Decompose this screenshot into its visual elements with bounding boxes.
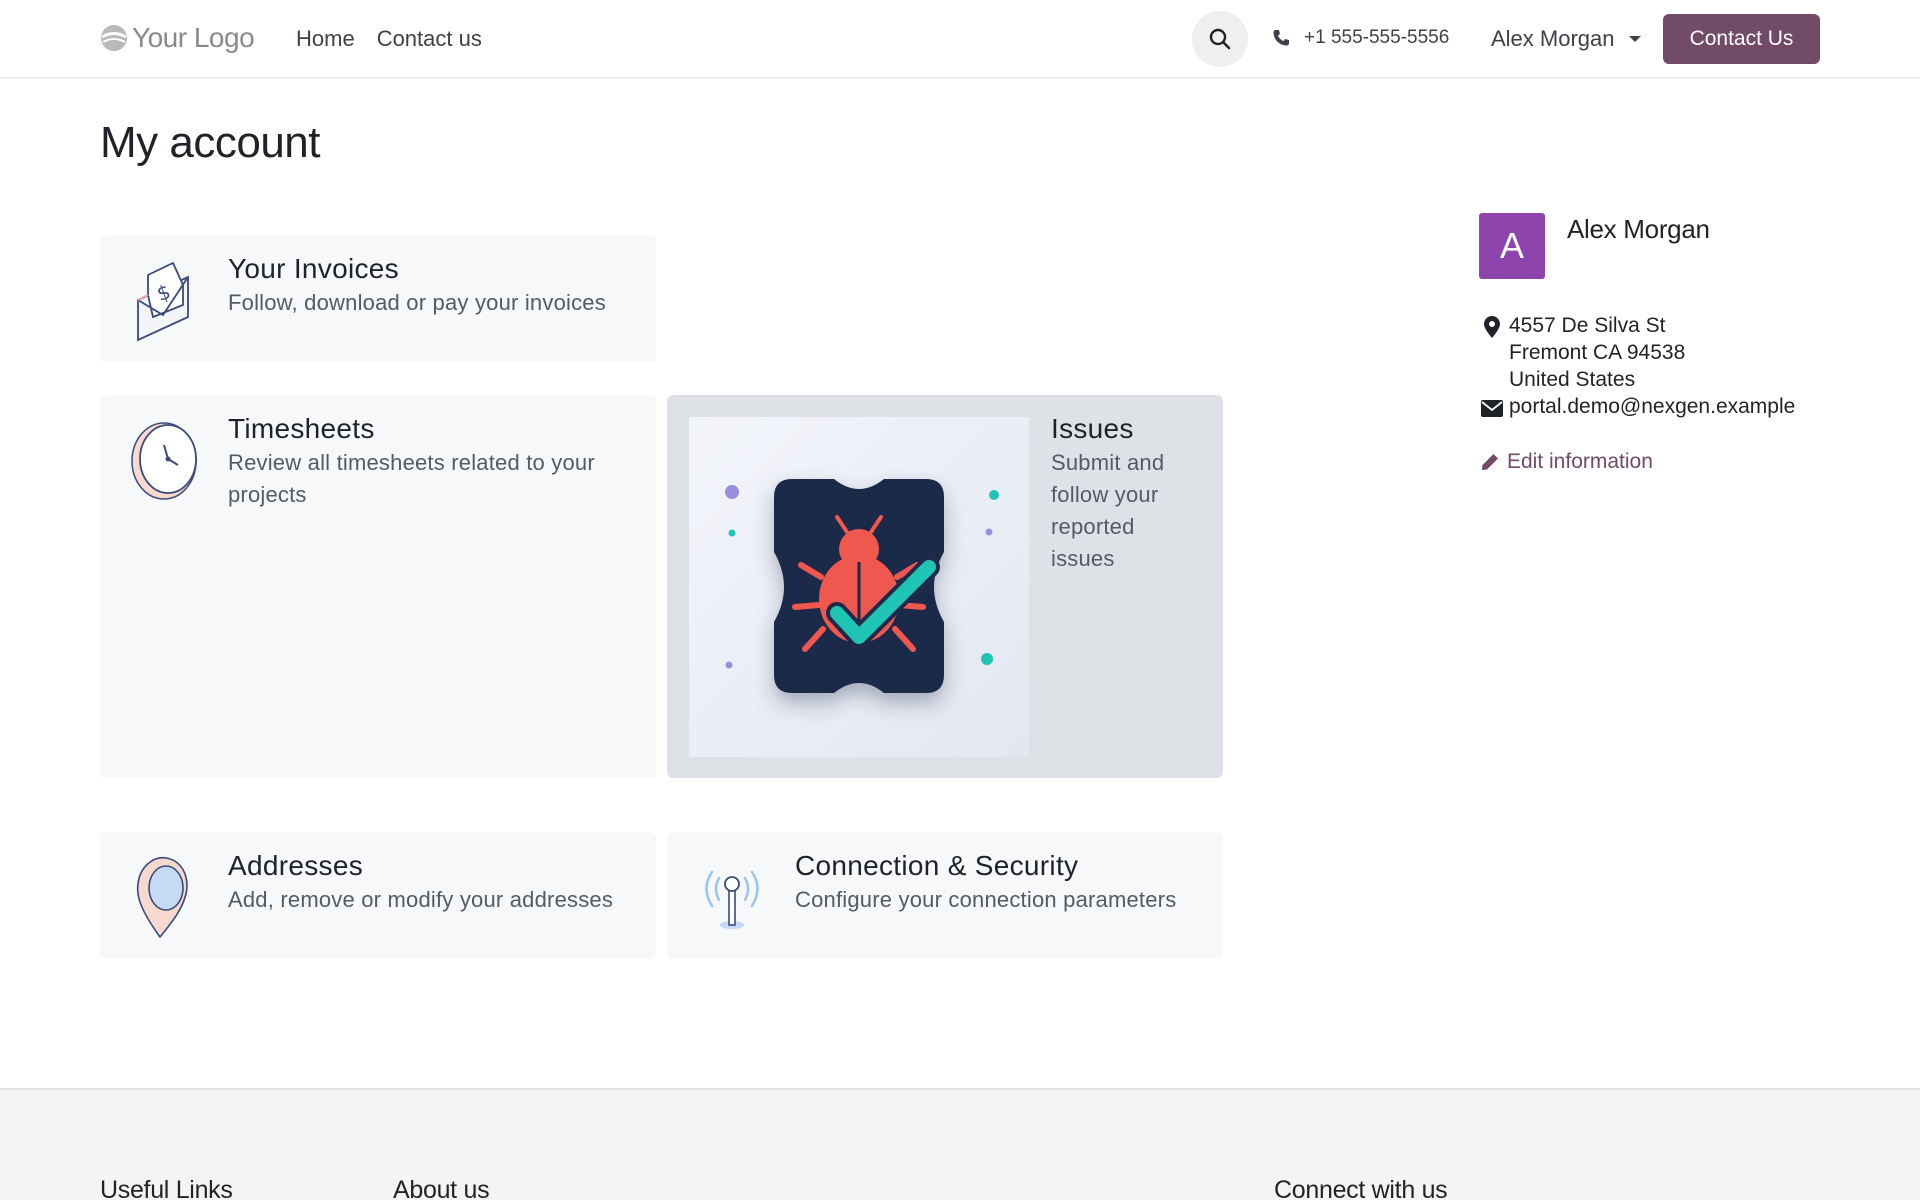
footer-heading-connect: Connect with us: [1274, 1176, 1448, 1200]
map-marker-icon: [1484, 316, 1500, 338]
card-title: Your Invoices: [228, 253, 399, 284]
antenna-icon: [705, 870, 759, 929]
address-line: Fremont CA 94538: [1509, 341, 1686, 364]
phone-link[interactable]: +1 555-555-5556: [1272, 27, 1449, 49]
user-menu-label: Alex Morgan: [1491, 26, 1615, 51]
profile-name: Alex Morgan: [1567, 214, 1710, 244]
address-line: United States: [1509, 368, 1636, 391]
user-menu[interactable]: Alex Morgan: [1491, 26, 1641, 52]
nav-home[interactable]: Home: [296, 26, 355, 52]
clock-icon: [131, 422, 197, 500]
card-timesheets[interactable]: Timesheets Review all timesheets related…: [100, 395, 656, 778]
phone-icon: [1273, 30, 1289, 46]
card-issues[interactable]: Issues Submit and follow your reported i…: [667, 395, 1223, 778]
card-title: Addresses: [228, 850, 363, 881]
envelope-icon: [1481, 400, 1503, 417]
edit-information-label: Edit information: [1507, 450, 1653, 473]
card-description: Follow, download or pay your invoices: [228, 290, 606, 315]
footer-heading-about-us: About us: [393, 1176, 490, 1200]
logo-icon: [101, 25, 127, 51]
card-title: Connection & Security: [795, 850, 1079, 881]
card-title: Timesheets: [228, 413, 375, 444]
card-addresses[interactable]: Addresses Add, remove or modify your add…: [100, 832, 656, 959]
address-line: 4557 De Silva St: [1509, 314, 1666, 337]
bug-check-icon: [689, 417, 1029, 757]
card-description: Add, remove or modify your addresses: [228, 887, 614, 912]
profile-address: 4557 De Silva St Fremont CA 94538 United…: [1509, 312, 1685, 393]
card-description: Configure your connection parameters: [795, 887, 1177, 912]
chevron-down-icon: [1628, 36, 1641, 42]
logo-text: Your Logo: [132, 22, 255, 53]
search-button[interactable]: [1192, 11, 1248, 67]
invoice-icon: $: [137, 261, 189, 342]
card-invoices[interactable]: $ Your Invoices Follow, download or pay …: [100, 235, 656, 362]
search-icon: [1209, 28, 1231, 50]
edit-information-link[interactable]: Edit information: [1481, 450, 1653, 474]
footer-heading-useful-links: Useful Links: [100, 1176, 233, 1200]
profile-email: portal.demo@nexgen.example: [1509, 395, 1796, 418]
card-title: Issues: [1051, 413, 1134, 444]
card-connection-security[interactable]: Connection & Security Configure your con…: [667, 832, 1223, 959]
page-title: My account: [100, 118, 320, 167]
pencil-icon: [1482, 454, 1498, 470]
contact-us-button[interactable]: Contact Us: [1663, 14, 1820, 64]
nav-contact[interactable]: Contact us: [377, 26, 482, 52]
phone-number: +1 555-555-5556: [1304, 27, 1450, 48]
main-nav: Home Contact us: [296, 26, 482, 52]
map-pin-icon: [136, 857, 188, 939]
card-description: Submit and follow your reported issues: [1051, 450, 1165, 571]
avatar: A: [1479, 213, 1545, 279]
site-logo[interactable]: Your Logo: [100, 20, 255, 56]
site-footer: Useful Links About us Connect with us: [0, 1088, 1920, 1200]
site-header: Your Logo Home Contact us +1 555-555-555…: [0, 0, 1920, 78]
card-description: Review all timesheets related to your pr…: [228, 450, 595, 507]
